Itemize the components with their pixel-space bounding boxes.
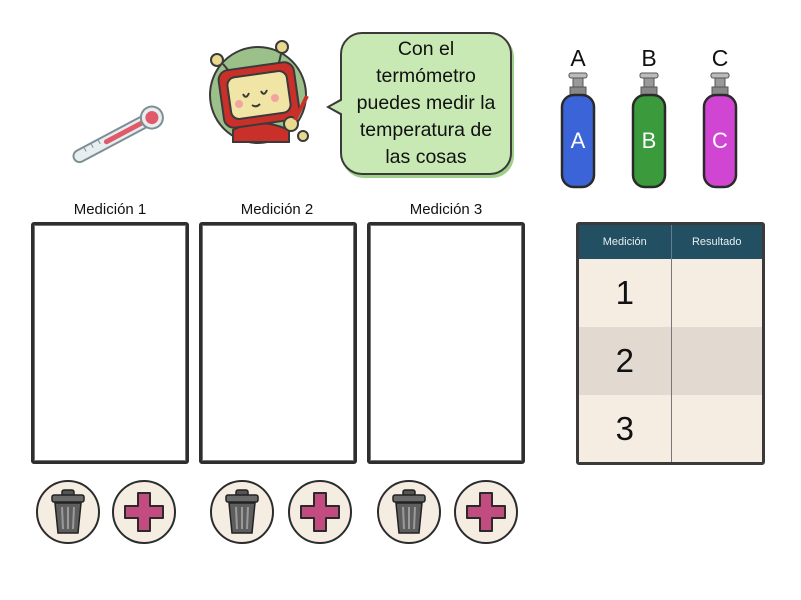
clear-measurement-3-button[interactable] (377, 480, 441, 544)
measurement-number-cell: 1 (579, 259, 671, 327)
speech-bubble-text: Con el termómetro puedes medir la temper… (356, 38, 496, 168)
clear-measurement-2-button[interactable] (210, 480, 274, 544)
tank-letter-a: A (570, 45, 586, 71)
measurement-number-cell: 3 (579, 395, 671, 462)
measurement-label-3: Medición 3 (409, 201, 483, 218)
trash-icon (225, 489, 259, 534)
trash-icon (392, 489, 426, 534)
trash-icon (51, 489, 85, 534)
column-header-measurement: Medición (579, 225, 672, 259)
result-cell (670, 395, 762, 462)
table-row: 1 (579, 259, 762, 327)
gas-tank-a[interactable]: A A (558, 45, 598, 195)
result-cell (670, 327, 762, 395)
table-row: 2 (579, 327, 762, 395)
plus-icon (466, 492, 506, 532)
gas-cylinder-icon: A (560, 72, 596, 189)
measurement-label-1: Medición 1 (73, 201, 147, 218)
plus-icon (124, 492, 164, 532)
clear-measurement-1-button[interactable] (36, 480, 100, 544)
add-measurement-2-button[interactable] (288, 480, 352, 544)
column-header-result: Resultado (671, 225, 762, 259)
gas-tank-c[interactable]: C C (700, 45, 740, 195)
tank-letter-c: C (711, 45, 729, 71)
tank-badge-a: A (571, 128, 586, 153)
tank-badge-b: B (642, 128, 657, 153)
robot-avatar (203, 38, 323, 148)
measurement-label-2: Medición 2 (240, 201, 314, 218)
speech-bubble: Con el termómetro puedes medir la temper… (340, 32, 512, 175)
gas-tank-b[interactable]: B B (629, 45, 669, 195)
add-measurement-1-button[interactable] (112, 480, 176, 544)
tank-letter-b: B (641, 45, 657, 71)
plus-icon (300, 492, 340, 532)
measurement-number-cell: 2 (579, 327, 671, 395)
gas-cylinder-icon: B (631, 72, 667, 189)
results-header-row: Medición Resultado (579, 225, 762, 259)
measurement-drop-zone-1[interactable] (31, 222, 189, 464)
add-measurement-3-button[interactable] (454, 480, 518, 544)
result-cell (670, 259, 762, 327)
speech-bubble-tail-fill (330, 100, 343, 114)
table-row: 3 (579, 395, 762, 462)
gas-cylinder-icon: C (702, 72, 738, 189)
tank-badge-c: C (712, 128, 728, 153)
measurement-drop-zone-3[interactable] (367, 222, 525, 464)
measurement-drop-zone-2[interactable] (199, 222, 357, 464)
results-table: Medición Resultado 1 2 3 (576, 222, 765, 465)
thermometer-icon[interactable] (62, 100, 172, 170)
